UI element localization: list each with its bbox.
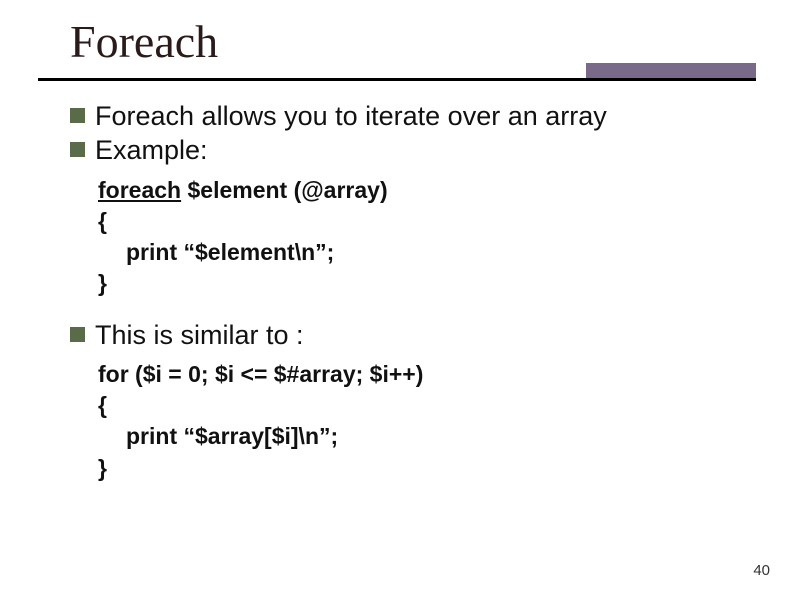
bullet-item: Example: xyxy=(70,134,750,166)
code-line: } xyxy=(98,453,750,484)
slide-number: 40 xyxy=(753,562,770,579)
keyword-foreach: foreach xyxy=(98,177,181,203)
slide-title: Foreach xyxy=(70,15,218,68)
code-line: for ($i = 0; $i <= $#array; $i++) xyxy=(98,359,750,390)
code-text: $element (@array) xyxy=(181,177,388,203)
title-underline xyxy=(38,78,756,81)
code-block-foreach: foreach $element (@array) { print “$elem… xyxy=(98,175,750,299)
slide: Foreach Foreach allows you to iterate ov… xyxy=(0,0,794,595)
bullet-icon xyxy=(70,327,85,342)
slide-content: Foreach allows you to iterate over an ar… xyxy=(70,100,750,504)
code-line: print “$element\n”; xyxy=(98,237,750,268)
code-line: print “$array[$i]\n”; xyxy=(98,421,750,452)
bullet-text: Foreach allows you to iterate over an ar… xyxy=(95,100,607,132)
code-block-for: for ($i = 0; $i <= $#array; $i++) { prin… xyxy=(98,359,750,483)
bullet-icon xyxy=(70,142,85,157)
bullet-text: Example: xyxy=(95,134,208,166)
code-line: foreach $element (@array) xyxy=(98,175,750,206)
bullet-icon xyxy=(70,108,85,123)
accent-bar xyxy=(586,63,756,79)
code-line: { xyxy=(98,206,750,237)
bullet-text: This is similar to : xyxy=(95,319,304,351)
bullet-item: This is similar to : xyxy=(70,319,750,351)
bullet-item: Foreach allows you to iterate over an ar… xyxy=(70,100,750,132)
code-line: } xyxy=(98,268,750,299)
code-line: { xyxy=(98,390,750,421)
